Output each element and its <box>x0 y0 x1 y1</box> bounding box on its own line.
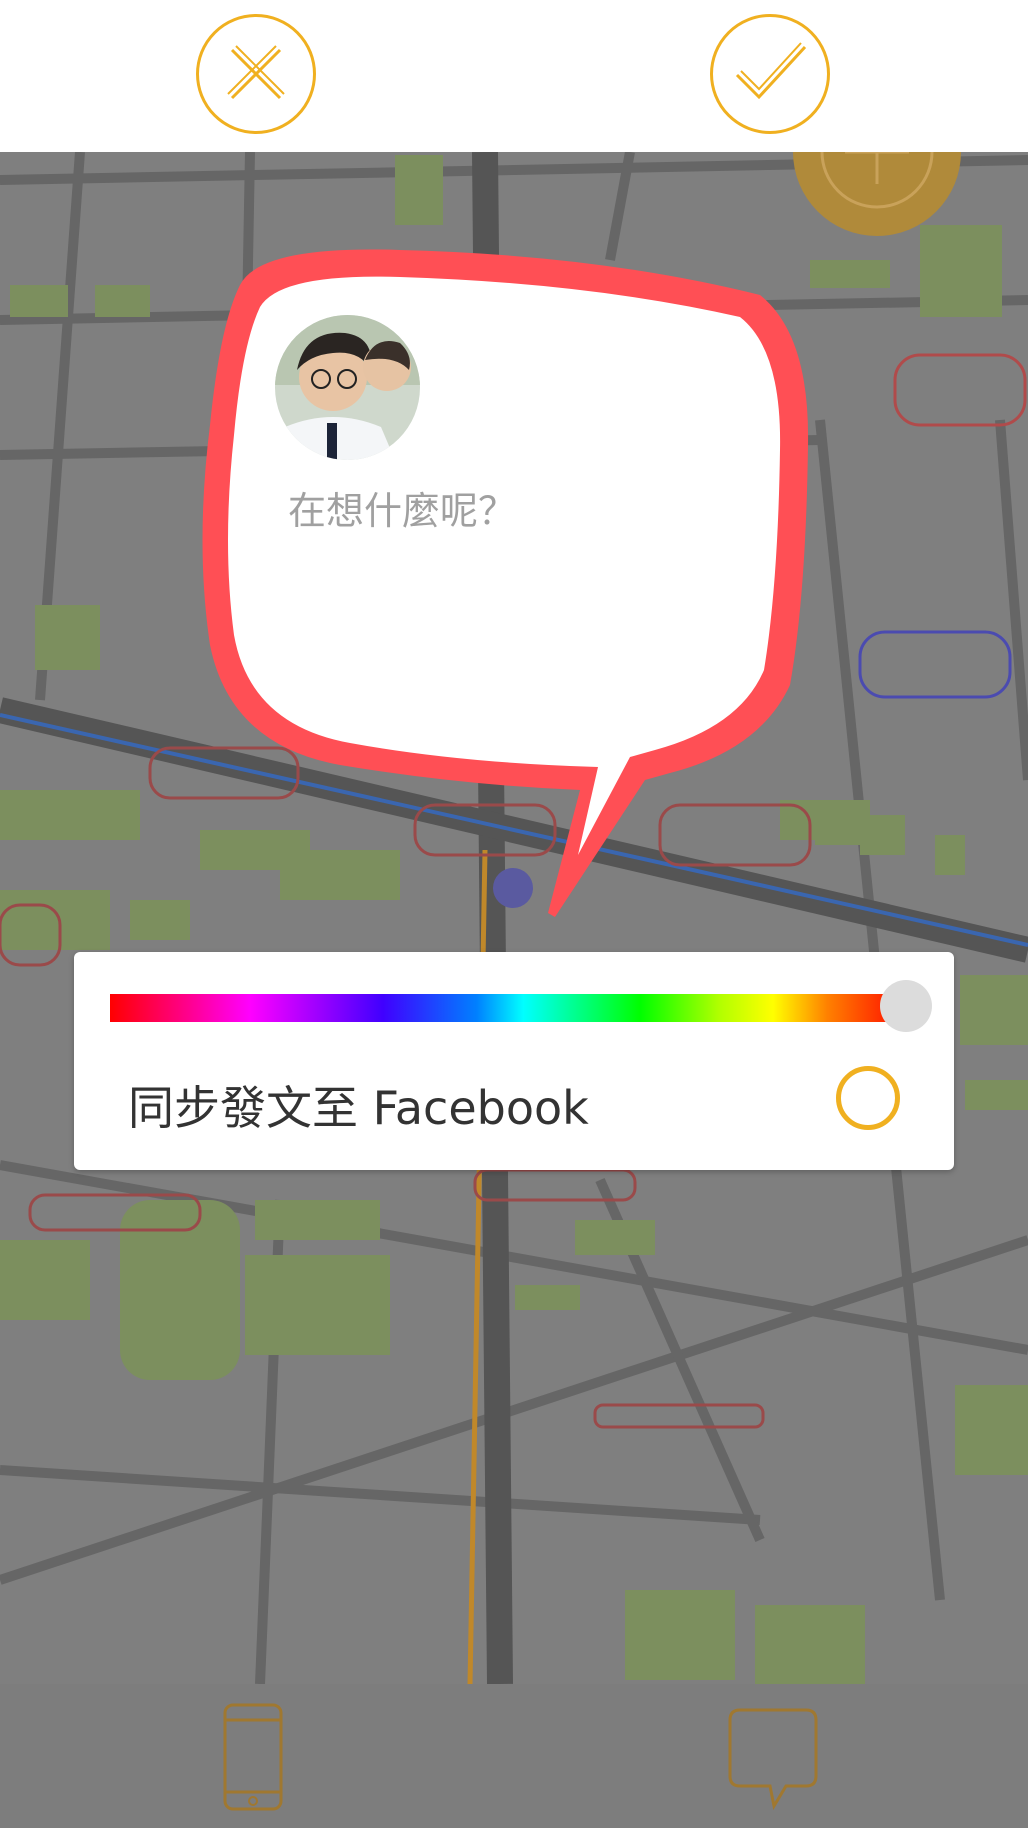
facebook-sync-toggle[interactable] <box>836 1066 900 1130</box>
top-bar <box>0 0 1028 152</box>
phone-icon[interactable] <box>222 1702 284 1816</box>
bottom-bar <box>0 1684 1028 1828</box>
user-avatar <box>275 315 420 460</box>
color-slider-handle[interactable] <box>880 980 932 1032</box>
cancel-button[interactable] <box>196 14 316 134</box>
close-icon <box>227 45 285 100</box>
facebook-sync-label: 同步發文至 Facebook <box>128 1081 589 1135</box>
confirm-button[interactable] <box>710 14 830 134</box>
speech-bubble-icon[interactable] <box>726 1706 820 1814</box>
checkmark-icon <box>735 42 807 100</box>
color-slider-track[interactable] <box>110 994 890 1022</box>
post-text-input[interactable]: 在想什麼呢？ <box>288 480 516 535</box>
post-options-panel: 同步發文至 Facebook <box>74 952 954 1170</box>
